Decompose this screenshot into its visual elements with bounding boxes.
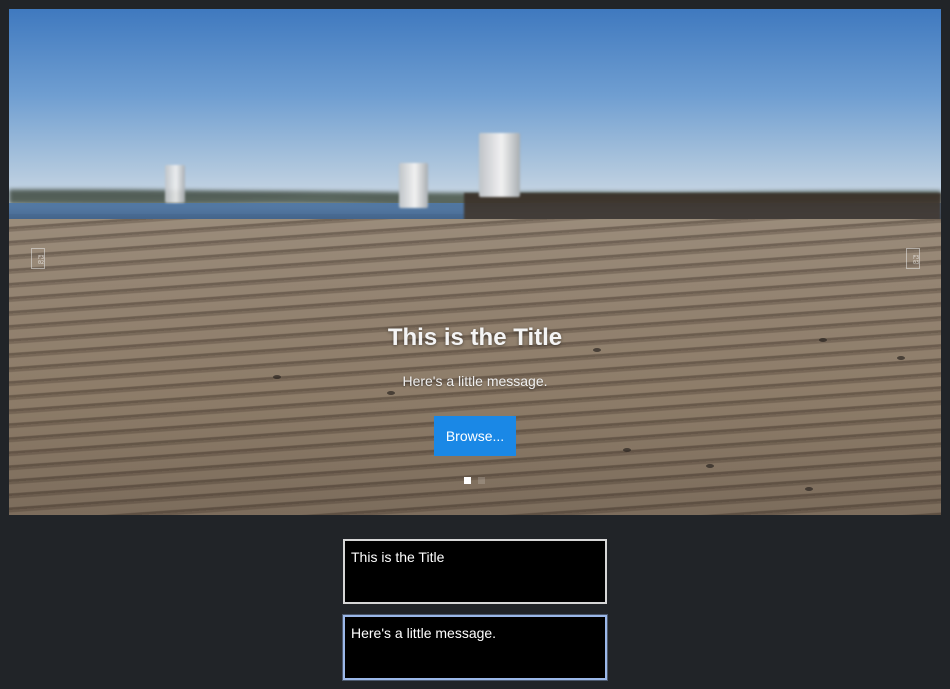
app-window: F3 02 F3 03 This is the Title Here's a l… xyxy=(0,0,950,689)
next-arrow-icon: F3 03 xyxy=(913,254,920,266)
carousel-indicator-active[interactable] xyxy=(464,477,471,484)
slide-message: Here's a little message. xyxy=(402,373,548,389)
message-text-area[interactable]: Here's a little message. xyxy=(343,615,607,680)
image-carousel[interactable]: F3 02 F3 03 This is the Title Here's a l… xyxy=(9,9,941,515)
title-text-area[interactable]: This is the Title xyxy=(343,539,607,604)
carousel-next-button[interactable]: F3 03 xyxy=(906,248,920,269)
dock-post xyxy=(479,133,520,197)
browse-button[interactable]: Browse... xyxy=(434,416,516,456)
carousel-indicator[interactable] xyxy=(478,477,485,484)
dock-post xyxy=(165,165,185,203)
previous-arrow-icon: F3 02 xyxy=(38,254,45,266)
carousel-previous-button[interactable]: F3 02 xyxy=(31,248,45,269)
dock-mark xyxy=(706,464,714,468)
slide-title: This is the Title xyxy=(387,324,563,351)
carousel-indicators xyxy=(464,477,494,485)
dock-post xyxy=(399,163,428,208)
dock-mark xyxy=(623,448,631,452)
dock-mark xyxy=(387,391,395,395)
dock-mark xyxy=(805,487,813,491)
carousel-caption: This is the Title Here's a little messag… xyxy=(9,323,941,390)
